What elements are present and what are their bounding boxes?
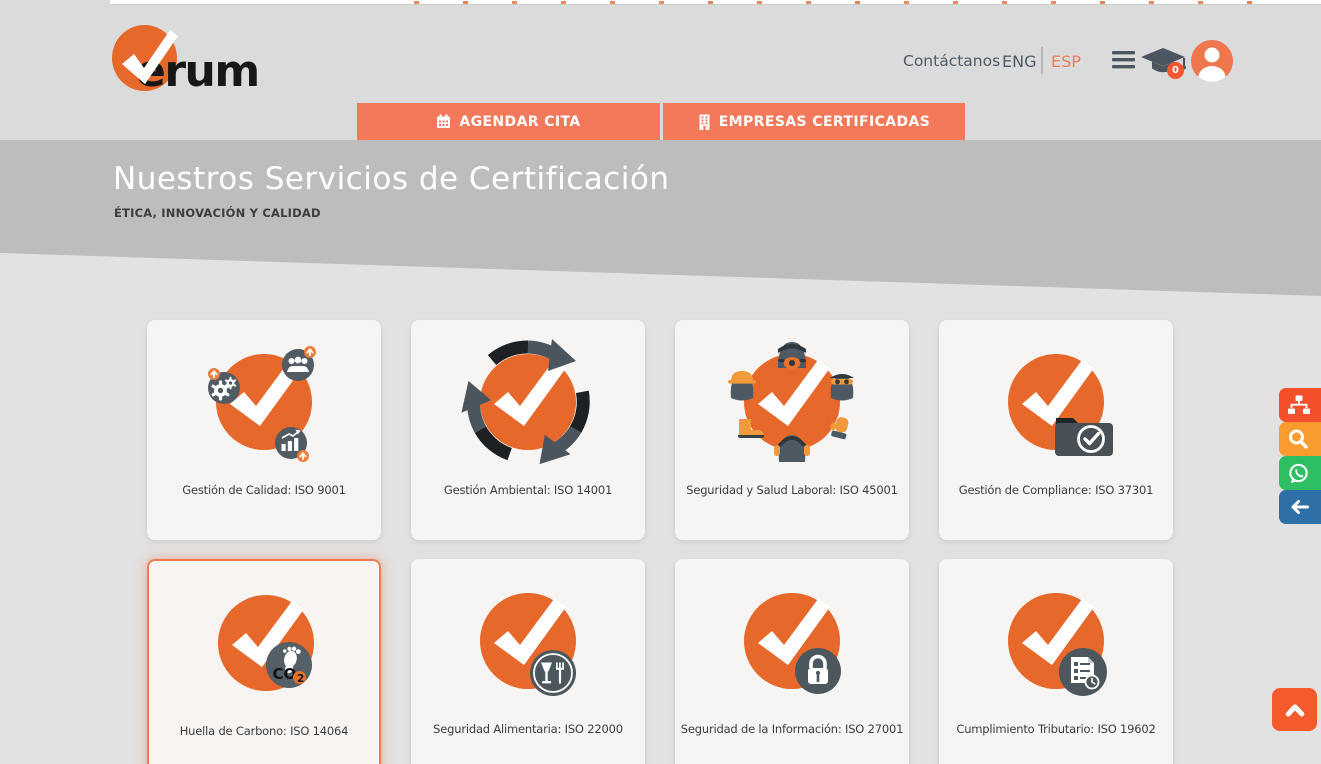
service-card-iso-22000[interactable]: Seguridad Alimentaria: ISO 22000 xyxy=(411,559,645,764)
service-label: Seguridad Alimentaria: ISO 22000 xyxy=(405,722,651,736)
top-ticker-strip xyxy=(110,0,1321,5)
hero-banner: Nuestros Servicios de Certificación ÉTIC… xyxy=(0,140,1321,296)
service-card-iso-27001[interactable]: Seguridad de la Información: ISO 27001 xyxy=(675,559,909,764)
sitemap-button[interactable] xyxy=(1279,388,1321,422)
food-safety-icon xyxy=(468,579,588,699)
page-subtitle: ÉTICA, INNOVACIÓN Y CALIDAD xyxy=(114,206,321,220)
compliance-folder-icon xyxy=(996,340,1116,460)
page: erum Contáctanos ENG ESP 0 xyxy=(0,0,1321,764)
scroll-to-top-button[interactable] xyxy=(1272,688,1317,731)
environment-recycle-icon xyxy=(468,340,588,460)
svg-text:CO: CO xyxy=(273,665,297,683)
back-button[interactable] xyxy=(1279,490,1321,524)
nav-lang-esp[interactable]: ESP xyxy=(1051,52,1081,71)
service-card-iso-9001[interactable]: Gestión de Calidad: ISO 9001 xyxy=(147,320,381,540)
service-label: Gestión de Calidad: ISO 9001 xyxy=(141,483,387,497)
user-avatar-icon xyxy=(1191,40,1233,82)
logo-checkmark-icon xyxy=(114,22,186,94)
carbon-footprint-icon: CO 2 xyxy=(206,581,326,701)
service-card-iso-14064[interactable]: CO 2 Huella de Carbono: ISO 14064 xyxy=(147,559,381,764)
arrow-left-icon xyxy=(1287,496,1311,518)
search-icon xyxy=(1287,428,1309,450)
schedule-appointment-button[interactable]: AGENDAR CITA xyxy=(357,103,660,140)
service-label: Cumplimiento Tributario: ISO 19602 xyxy=(933,722,1179,736)
building-icon xyxy=(698,114,711,130)
whatsapp-button[interactable] xyxy=(1279,456,1321,490)
service-card-iso-14001[interactable]: Gestión Ambiental: ISO 14001 xyxy=(411,320,645,540)
calendar-icon xyxy=(436,114,451,129)
service-label: Seguridad de la Información: ISO 27001 xyxy=(669,722,915,736)
tax-compliance-icon xyxy=(996,579,1116,699)
nav-language-divider xyxy=(1041,47,1043,74)
certified-companies-button[interactable]: EMPRESAS CERTIFICADAS xyxy=(663,103,965,140)
services-grid: Gestión de Calidad: ISO 9001 Gestión Amb… xyxy=(147,320,1173,764)
nav-lang-eng[interactable]: ENG xyxy=(1002,52,1036,71)
occupational-safety-icon xyxy=(732,340,852,460)
service-card-iso-45001[interactable]: Seguridad y Salud Laboral: ISO 45001 xyxy=(675,320,909,540)
chevron-up-icon xyxy=(1280,695,1310,725)
sitemap-icon xyxy=(1287,395,1311,416)
information-security-icon xyxy=(732,579,852,699)
floating-menu xyxy=(1279,388,1321,524)
whatsapp-icon xyxy=(1287,462,1310,485)
service-label: Gestión Ambiental: ISO 14001 xyxy=(405,483,651,497)
search-button[interactable] xyxy=(1279,422,1321,456)
logo[interactable]: erum xyxy=(112,22,262,94)
page-title: Nuestros Servicios de Certificación xyxy=(113,161,670,197)
svg-text:2: 2 xyxy=(297,673,304,685)
companies-button-label: EMPRESAS CERTIFICADAS xyxy=(719,114,931,130)
service-label: Seguridad y Salud Laboral: ISO 45001 xyxy=(669,483,915,497)
ticker-marks xyxy=(370,1,1291,4)
courses-count-badge: 0 xyxy=(1167,62,1184,79)
schedule-button-label: AGENDAR CITA xyxy=(459,114,580,130)
service-card-iso-37301[interactable]: Gestión de Compliance: ISO 37301 xyxy=(939,320,1173,540)
service-label: Huella de Carbono: ISO 14064 xyxy=(143,724,385,738)
quality-management-icon xyxy=(204,340,324,460)
user-account-button[interactable] xyxy=(1191,40,1233,82)
hamburger-menu-button[interactable] xyxy=(1112,51,1136,69)
service-label: Gestión de Compliance: ISO 37301 xyxy=(933,483,1179,497)
service-card-iso-19602[interactable]: Cumplimiento Tributario: ISO 19602 xyxy=(939,559,1173,764)
nav-contact-link[interactable]: Contáctanos xyxy=(903,52,1000,70)
hamburger-icon xyxy=(1112,51,1136,69)
